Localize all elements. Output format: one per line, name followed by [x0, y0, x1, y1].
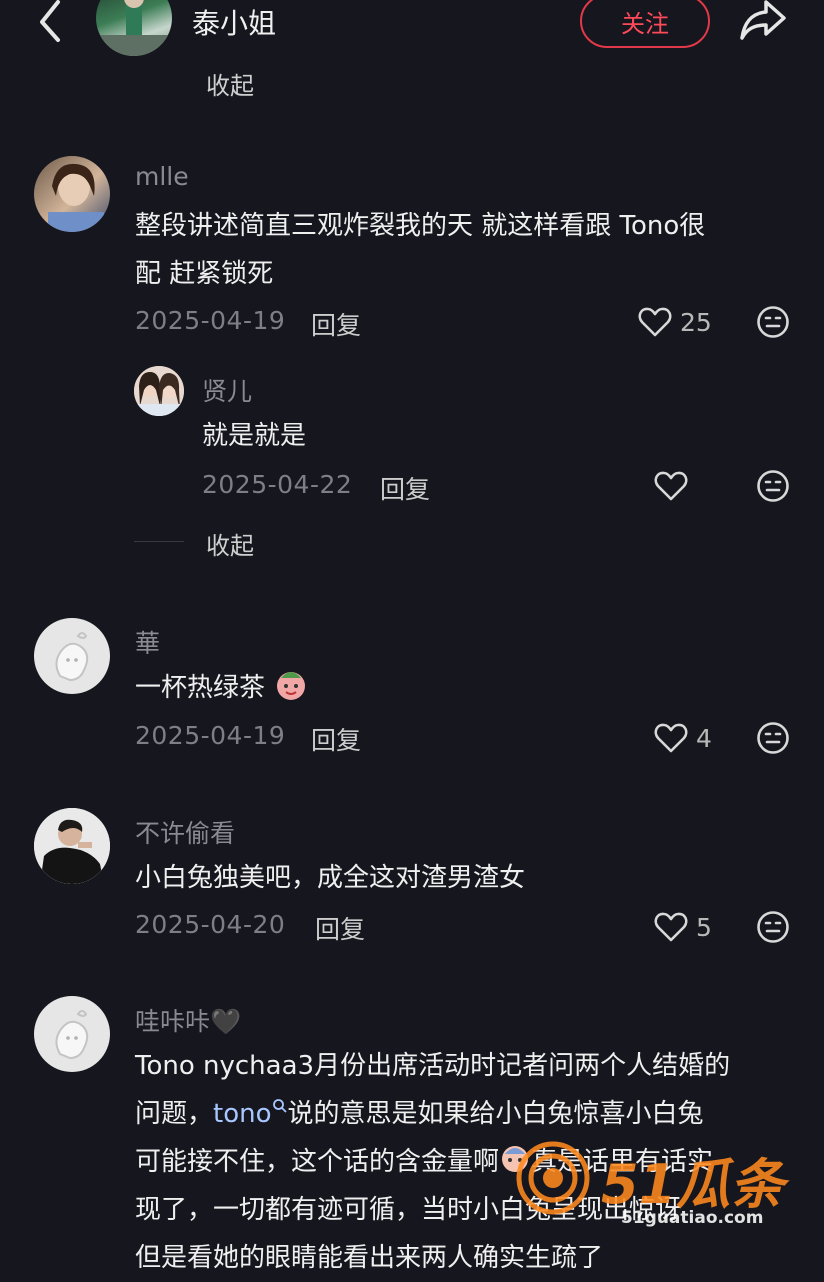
react-button[interactable] [756, 305, 790, 343]
like-count: 5 [696, 913, 712, 942]
comment-text: 一杯热绿茶 [135, 664, 309, 712]
avatar-image [48, 163, 104, 232]
avatar-image [96, 0, 172, 56]
comment-date: 2025-04-19 [135, 306, 286, 335]
text-span: 现了，一切都有迹可循，当时 [135, 1195, 474, 1225]
text-span: 说的意思是如果给小白兔惊喜小白兔 [287, 1099, 704, 1129]
comment-text-line: 整段讲述简直三观炸裂我的天 就这样看跟 Tono很 [135, 211, 706, 241]
reply-date: 2025-04-22 [202, 470, 353, 499]
thread-divider [134, 541, 184, 542]
reply-avatar[interactable] [134, 366, 184, 416]
emoji-face-icon [757, 470, 789, 502]
comment-username[interactable]: 不许偷看 [135, 814, 235, 850]
text-span: 可能接不住，这个话的含金量啊 [135, 1147, 500, 1177]
comment-text-line: 配 赶紧锁死 [135, 259, 274, 289]
site-watermark: 51瓜条 51guatiao.com [505, 1128, 805, 1238]
avatar-image [134, 366, 184, 416]
comment-text-line: Tono nychaa3月份出席活动时记者问两个人结婚的 [135, 1051, 731, 1081]
default-avatar[interactable] [34, 996, 110, 1072]
like-count: 25 [680, 308, 712, 337]
heart-icon [654, 723, 688, 753]
reply-button[interactable]: 回复 [311, 721, 361, 757]
like-button[interactable] [654, 470, 688, 506]
like-button[interactable] [654, 722, 688, 758]
default-avatar[interactable] [34, 618, 110, 694]
back-button[interactable] [30, 0, 70, 44]
chevron-left-icon [40, 0, 60, 42]
reply-button[interactable]: 回复 [380, 470, 430, 506]
follow-button[interactable]: 关注 [580, 0, 710, 48]
mention-text: tono [213, 1099, 272, 1129]
watermark-url: 51guatiao.com [621, 1208, 764, 1228]
page-title: 泰小姐 [192, 7, 277, 40]
share-arrow-icon [740, 0, 786, 40]
reply-button[interactable]: 回复 [311, 306, 361, 342]
search-icon [272, 1099, 287, 1113]
reply-username[interactable]: 贤儿 [202, 372, 252, 408]
collapse-link[interactable]: 收起 [206, 66, 254, 101]
tea-face-sticker-icon [277, 672, 306, 700]
reply-text: 就是就是 [202, 421, 307, 451]
username-text: 哇咔咔 [135, 1007, 211, 1036]
like-button[interactable] [638, 306, 672, 342]
avatar-image [34, 808, 110, 884]
text-span: 问题， [135, 1099, 214, 1129]
comment-username[interactable]: mlle [135, 162, 189, 191]
top-bar: 泰小姐 关注 [0, 0, 824, 60]
avatar[interactable] [34, 808, 110, 884]
emoji-face-icon [757, 911, 789, 943]
comment-text-body: 一杯热绿茶 [135, 673, 266, 703]
comment-username[interactable]: 華 [135, 624, 160, 660]
react-button[interactable] [756, 910, 790, 948]
like-count: 4 [696, 724, 712, 753]
comment-date: 2025-04-20 [135, 910, 286, 939]
heart-icon [638, 307, 672, 337]
react-button[interactable] [756, 469, 790, 507]
comment-text-line: 但是看她的眼睛能看出来两人确实生疏了 [135, 1243, 604, 1273]
author-avatar[interactable] [96, 0, 172, 56]
default-avatar-icon [55, 1010, 89, 1060]
mention-link[interactable]: tono [213, 1099, 288, 1129]
emoji-face-icon [757, 722, 789, 754]
comment-username[interactable]: 哇咔咔🖤 [135, 1002, 241, 1038]
heart-icon [654, 471, 688, 501]
heart-icon [654, 912, 688, 942]
comment-text: 小白兔独美吧，成全这对渣男渣女 [135, 863, 526, 893]
comment-date: 2025-04-19 [135, 721, 286, 750]
emoji-face-icon [757, 306, 789, 338]
black-heart-icon: 🖤 [210, 1007, 242, 1036]
like-button[interactable] [654, 911, 688, 947]
react-button[interactable] [756, 721, 790, 759]
avatar[interactable] [34, 156, 110, 232]
default-avatar-icon [55, 632, 89, 682]
share-button[interactable] [738, 0, 788, 42]
reply-button[interactable]: 回复 [315, 910, 365, 946]
collapse-replies-link[interactable]: 收起 [206, 526, 254, 561]
